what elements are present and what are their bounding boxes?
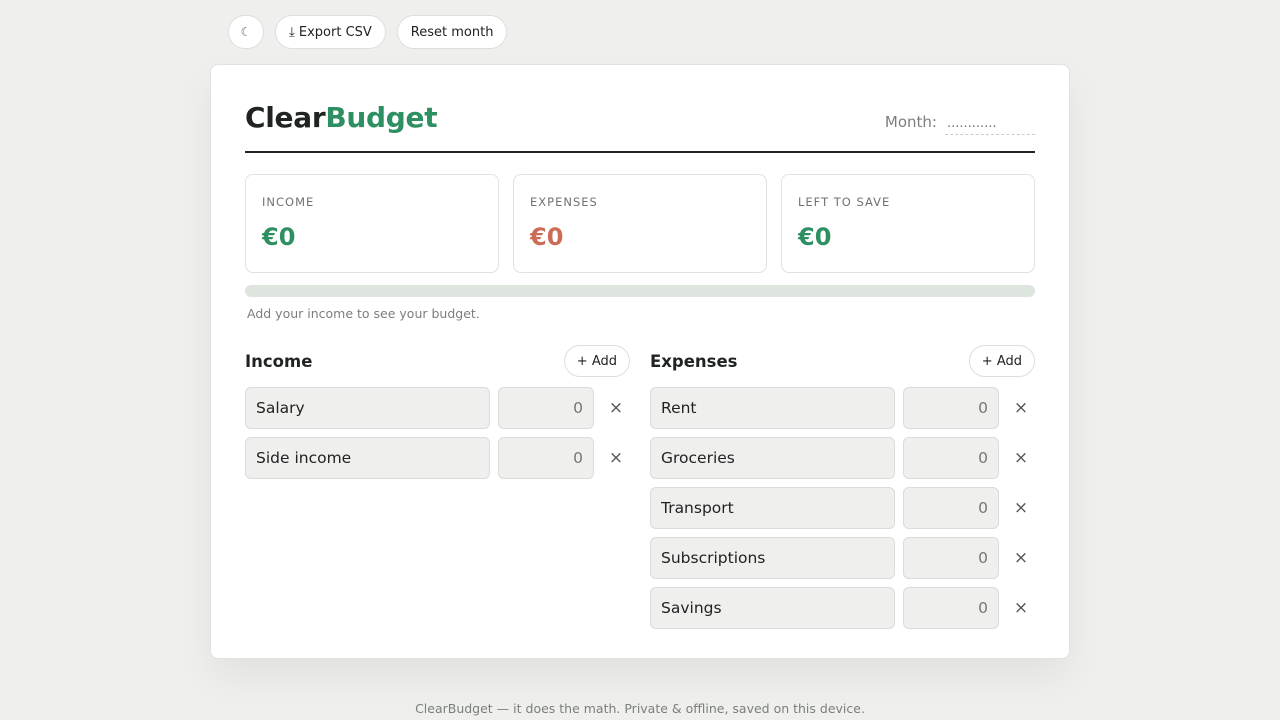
expense-row: × [650,587,1035,629]
expenses-section: Expenses + Add × × × × × [650,345,1035,637]
left-to-save-stat: LEFT TO SAVE €0 [781,174,1035,273]
expense-amount-input[interactable] [903,437,999,479]
footer-text: ClearBudget — it does the math. Private … [415,701,865,716]
expense-name-input[interactable] [650,387,895,429]
income-stat-value: €0 [262,223,296,251]
expense-name-input[interactable] [650,437,895,479]
remove-expense-close-icon[interactable]: × [1007,594,1035,622]
expenses-stat: EXPENSES €0 [513,174,767,273]
header: ClearBudget Month: [245,99,1035,153]
expense-amount-input[interactable] [903,487,999,529]
income-row: × [245,387,630,429]
income-stat: INCOME €0 [245,174,499,273]
month-field: Month: [885,113,1035,135]
month-label: Month: [884,113,937,131]
income-section: Income + Add ×× [245,345,630,487]
left-to-save-stat-value: €0 [798,223,832,251]
income-stat-label: INCOME [262,195,315,209]
budget-progress-bar [245,285,1035,297]
income-amount-input[interactable] [498,387,594,429]
income-amount-input[interactable] [498,437,594,479]
remove-income-close-icon[interactable]: × [602,444,630,472]
expense-row: × [650,437,1035,479]
logo-budget: Budget [325,101,438,134]
income-header: Income + Add [245,345,630,377]
left-to-save-stat-label: LEFT TO SAVE [798,195,891,209]
logo-clear: Clear [245,101,326,134]
income-row: × [245,437,630,479]
expense-amount-input[interactable] [903,537,999,579]
remove-expense-close-icon[interactable]: × [1007,544,1035,572]
income-list: ×× [245,387,630,479]
expense-name-input[interactable] [650,537,895,579]
summary-stats: INCOME €0 EXPENSES €0 LEFT TO SAVE €0 [245,174,1035,273]
remove-income-close-icon[interactable]: × [602,394,630,422]
budget-card: ClearBudget Month: INCOME €0 EXPENSES €0… [210,64,1070,659]
income-name-input[interactable] [245,437,490,479]
toolbar: ☾ ⤓ Export CSV Reset month [228,15,508,49]
reset-month-button[interactable]: Reset month [396,15,508,49]
budget-hint: Add your income to see your budget. [247,306,480,321]
app-logo: ClearBudget [245,101,438,134]
remove-expense-close-icon[interactable]: × [1007,494,1035,522]
theme-toggle-moon-icon[interactable]: ☾ [228,15,264,49]
remove-expense-close-icon[interactable]: × [1007,394,1035,422]
expense-row: × [650,537,1035,579]
export-csv-button[interactable]: ⤓ Export CSV [275,15,386,49]
expense-row: × [650,387,1035,429]
expense-row: × [650,487,1035,529]
expense-name-input[interactable] [650,487,895,529]
add-income-button[interactable]: + Add [563,345,630,377]
income-title: Income [245,351,313,371]
expense-amount-input[interactable] [903,387,999,429]
expenses-stat-label: EXPENSES [530,195,598,209]
expense-amount-input[interactable] [903,587,999,629]
expenses-title: Expenses [650,351,738,371]
expenses-header: Expenses + Add [650,345,1035,377]
remove-expense-close-icon[interactable]: × [1007,444,1035,472]
income-name-input[interactable] [245,387,490,429]
expenses-list: × × × × × [650,387,1035,629]
add-expense-button[interactable]: + Add [968,345,1035,377]
expenses-stat-value: €0 [530,223,564,251]
month-input[interactable] [945,114,1035,135]
expense-name-input[interactable] [650,587,895,629]
